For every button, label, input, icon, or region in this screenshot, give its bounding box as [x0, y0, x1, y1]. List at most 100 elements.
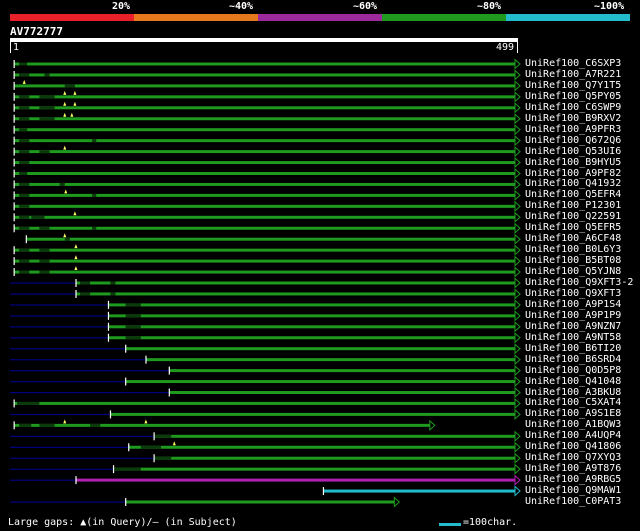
hit-start-tick: [13, 246, 15, 255]
hit-label[interactable]: UniRef100_Q5PY05: [525, 91, 621, 102]
hit-unaligned-segment: [10, 468, 114, 470]
hit-label[interactable]: UniRef100_C6SXP3: [525, 58, 621, 69]
hit-end-arrow: [514, 386, 521, 399]
hit-label[interactable]: UniRef100_B0L6Y3: [525, 244, 621, 255]
hit-end-arrow: [514, 189, 521, 202]
hit-label[interactable]: UniRef100_A1BQW3: [525, 419, 621, 430]
hit-label[interactable]: UniRef100_A9RBG5: [525, 474, 621, 485]
hit-start-tick: [13, 81, 15, 90]
hit-label[interactable]: UniRef100_C0PAT3: [525, 496, 621, 507]
hit-bar: [14, 73, 516, 77]
hit-gap-segment: [19, 150, 30, 154]
hit-unaligned-segment: [10, 392, 170, 394]
hit-end-arrow: [514, 321, 521, 333]
hit-end-arrow: [429, 419, 436, 431]
hit-label[interactable]: UniRef100_A9S1E8: [525, 408, 621, 419]
hit-bar: [113, 467, 515, 471]
hit-bar: [153, 434, 516, 438]
hit-label[interactable]: UniRef100_Q7Y1T5: [525, 80, 621, 91]
hit-label[interactable]: UniRef100_C5XAT4: [525, 397, 621, 408]
scale-label: =100char.: [463, 517, 518, 528]
hit-gap-segment: [19, 204, 30, 208]
hit-bar: [14, 172, 516, 175]
hit-gap-segment: [125, 325, 141, 329]
hit-end-arrow: [514, 124, 521, 136]
hit-label[interactable]: UniRef100_A4UQP4: [525, 430, 621, 441]
hit-gap-segment: [17, 401, 40, 405]
hit-end-arrow: [514, 408, 521, 421]
hit-label[interactable]: UniRef100_Q22591: [525, 211, 621, 222]
hit-label[interactable]: UniRef100_B9HYU5: [525, 157, 621, 168]
hit-unaligned-segment: [10, 293, 76, 295]
hit-unaligned-segment: [10, 326, 109, 328]
hit-gap-segment: [19, 95, 30, 99]
hit-label[interactable]: UniRef100_Q9XFT3: [525, 288, 621, 299]
hit-bar: [153, 456, 516, 460]
hit-label[interactable]: UniRef100_A9P1S4: [525, 299, 621, 310]
hit-gap-segment: [39, 106, 55, 110]
query-gap-marker: [63, 145, 67, 150]
query-gap-marker: [22, 79, 26, 84]
hit-start-tick: [107, 322, 110, 331]
hit-end-arrow: [514, 255, 521, 267]
hit-label[interactable]: UniRef100_B9RXV2: [525, 113, 621, 124]
hit-label[interactable]: UniRef100_Q41932: [525, 178, 621, 189]
hit-label[interactable]: UniRef100_Q9XFT3-2: [525, 277, 633, 288]
hit-label[interactable]: UniRef100_A6CF48: [525, 233, 621, 244]
hit-gap-segment: [31, 215, 45, 219]
hit-label[interactable]: UniRef100_A7R221: [525, 69, 621, 80]
hit-end-arrow: [514, 299, 521, 311]
hit-label[interactable]: UniRef100_B6TI20: [525, 343, 621, 354]
gap-legend-note: Large gaps: ▲(in Query)/– (in Subject): [8, 517, 237, 528]
query-gap-marker: [172, 441, 176, 446]
hit-unaligned-segment: [10, 359, 146, 361]
hit-bar: [14, 117, 516, 121]
hit-gap-segment: [19, 248, 30, 252]
hit-start-tick: [107, 300, 110, 309]
hit-label[interactable]: UniRef100_A9NZN7: [525, 321, 621, 332]
hit-label[interactable]: UniRef100_Q7XYQ3: [525, 452, 621, 463]
hit-label[interactable]: UniRef100_Q53UI6: [525, 146, 621, 157]
hit-label[interactable]: UniRef100_A9T876: [525, 463, 621, 474]
hit-label[interactable]: UniRef100_Q41048: [525, 376, 621, 387]
hit-start-tick: [75, 279, 77, 287]
hit-label[interactable]: UniRef100_B5BT08: [525, 255, 621, 266]
hit-end-arrow: [514, 288, 521, 300]
hit-label[interactable]: UniRef100_Q5EFR4: [525, 189, 621, 200]
hit-bar: [14, 128, 516, 132]
hit-end-arrow: [514, 375, 521, 388]
hit-bar: [14, 401, 516, 405]
hit-gap-segment: [39, 95, 55, 99]
hit-label[interactable]: UniRef100_Q672Q6: [525, 135, 621, 146]
hit-label[interactable]: UniRef100_Q41806: [525, 441, 621, 452]
hit-label[interactable]: UniRef100_B6SRD4: [525, 354, 621, 365]
hit-gap-segment: [110, 292, 116, 296]
hit-start-tick: [13, 268, 15, 277]
hit-bar: [14, 423, 430, 427]
hit-label[interactable]: UniRef100_P12301: [525, 200, 621, 211]
hit-label[interactable]: UniRef100_Q5YJN8: [525, 266, 621, 277]
hit-start-tick: [107, 311, 110, 320]
hit-label[interactable]: UniRef100_Q9MAW1: [525, 485, 621, 496]
hit-start-tick: [153, 432, 155, 441]
hit-bar: [14, 259, 516, 263]
hit-label[interactable]: UniRef100_C6SWP9: [525, 102, 621, 113]
hit-gap-segment: [19, 117, 30, 121]
hit-label[interactable]: UniRef100_Q0D5P8: [525, 365, 621, 376]
query-gap-marker: [63, 112, 67, 117]
hit-gap-segment: [79, 292, 91, 296]
hit-label[interactable]: UniRef100_A9P1P9: [525, 310, 621, 321]
hit-gap-segment: [39, 150, 50, 154]
hit-start-tick: [107, 333, 110, 342]
hit-label[interactable]: UniRef100_Q5EFR5: [525, 222, 621, 233]
hit-start-tick: [13, 114, 15, 123]
hit-bar: [14, 226, 516, 230]
hit-label[interactable]: UniRef100_A9PFR3: [525, 124, 621, 135]
hit-gap-segment: [19, 172, 28, 175]
hit-label[interactable]: UniRef100_A9PF82: [525, 168, 621, 179]
hit-label[interactable]: UniRef100_A9NT58: [525, 332, 621, 343]
hit-unaligned-segment: [10, 315, 109, 317]
hit-label[interactable]: UniRef100_A3BKU8: [525, 387, 621, 398]
hit-gap-segment: [19, 193, 30, 197]
hit-gap-segment: [39, 226, 50, 230]
